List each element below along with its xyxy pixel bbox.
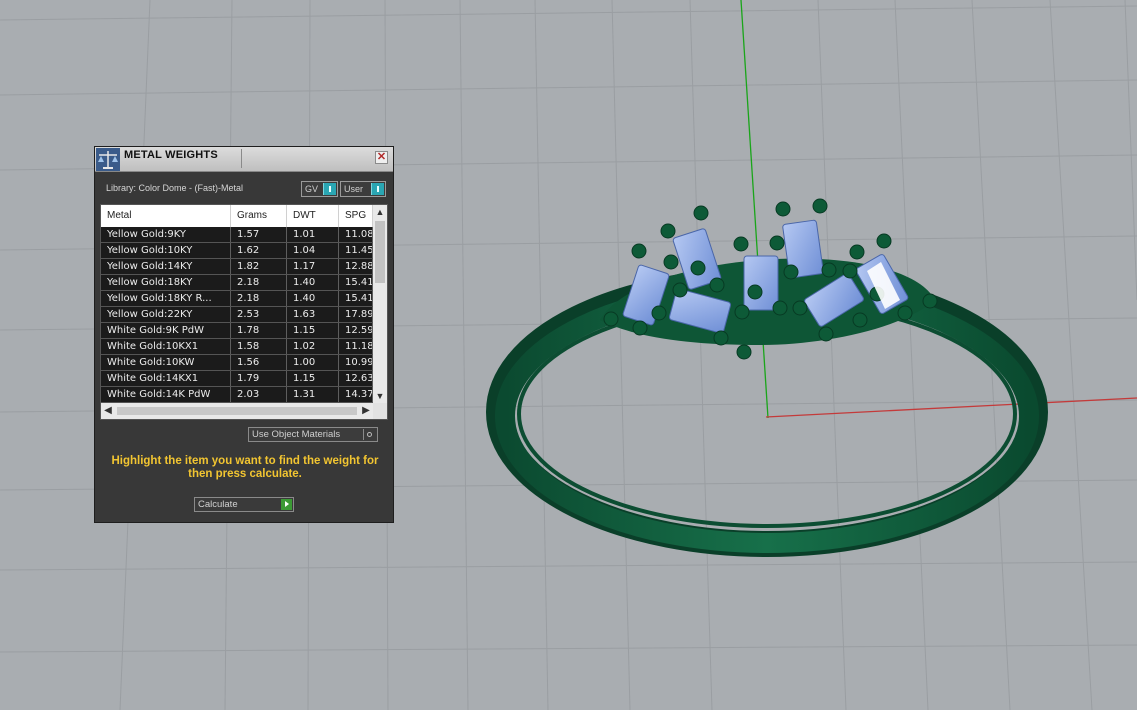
grams-cell: 1.78 <box>231 323 287 338</box>
spg-cell: 15.41 <box>339 291 373 306</box>
spg-cell: 12.63 <box>339 371 373 386</box>
spg-cell: 12.59 <box>339 323 373 338</box>
metal-cell: White Gold:10KX1 <box>101 339 231 354</box>
spg-cell: 14.37 <box>339 387 373 402</box>
metal-cell: Yellow Gold:18KY R... <box>101 291 231 306</box>
scroll-down-icon[interactable]: ▼ <box>373 389 387 403</box>
dwt-cell: 1.17 <box>287 259 339 274</box>
table-row[interactable]: White Gold:14K PdW 2.03 1.31 14.37 <box>101 387 373 403</box>
column-header-metal[interactable]: Metal <box>101 205 231 227</box>
metal-cell: Yellow Gold:9KY <box>101 227 231 242</box>
user-toggle-label: User <box>344 184 364 194</box>
gv-toggle[interactable]: GV <box>301 181 338 197</box>
panel-title: METAL WEIGHTS <box>124 149 218 161</box>
play-icon <box>281 499 292 510</box>
spg-cell: 10.99 <box>339 355 373 370</box>
table-row[interactable]: White Gold:10KX1 1.58 1.02 11.18 <box>101 339 373 355</box>
dwt-cell: 1.40 <box>287 275 339 290</box>
grams-cell: 1.56 <box>231 355 287 370</box>
library-label: Library: Color Dome - (Fast)-Metal <box>106 183 244 193</box>
user-toggle[interactable]: User <box>340 181 386 197</box>
dwt-cell: 1.04 <box>287 243 339 258</box>
horizontal-scrollbar[interactable]: ◀ ▶ <box>101 403 373 419</box>
vertical-scrollbar[interactable]: ▲ ▼ <box>373 205 387 403</box>
spg-cell: 17.89 <box>339 307 373 322</box>
scroll-left-icon[interactable]: ◀ <box>101 403 115 419</box>
grams-cell: 2.53 <box>231 307 287 322</box>
spg-cell: 11.08 <box>339 227 373 242</box>
calculate-label: Calculate <box>198 499 238 510</box>
toggle-switch-icon <box>371 183 384 195</box>
radio-icon <box>363 429 375 440</box>
table-row[interactable]: White Gold:14KX1 1.79 1.15 12.63 <box>101 371 373 387</box>
table-row[interactable]: Yellow Gold:22KY 2.53 1.63 17.89 <box>101 307 373 323</box>
spg-cell: 11.45 <box>339 243 373 258</box>
grams-cell: 1.62 <box>231 243 287 258</box>
grams-cell: 2.18 <box>231 275 287 290</box>
gv-toggle-label: GV <box>305 184 319 194</box>
scale-icon <box>96 148 120 171</box>
metal-cell: Yellow Gold:22KY <box>101 307 231 322</box>
dwt-cell: 1.02 <box>287 339 339 354</box>
metal-weights-panel: METAL WEIGHTS ✕ Library: Color Dome - (F… <box>94 146 394 523</box>
table-row[interactable]: White Gold:10KW 1.56 1.00 10.99 <box>101 355 373 371</box>
metal-cell: White Gold:14K PdW <box>101 387 231 402</box>
dwt-cell: 1.63 <box>287 307 339 322</box>
use-object-materials-label: Use Object Materials <box>252 429 341 440</box>
panel-titlebar[interactable]: METAL WEIGHTS ✕ <box>95 147 393 172</box>
spg-cell: 12.88 <box>339 259 373 274</box>
grams-cell: 1.58 <box>231 339 287 354</box>
table-row[interactable]: Yellow Gold:10KY 1.62 1.04 11.45 <box>101 243 373 259</box>
grams-cell: 1.57 <box>231 227 287 242</box>
table-row[interactable]: White Gold:9K PdW 1.78 1.15 12.59 <box>101 323 373 339</box>
metal-cell: Yellow Gold:18KY <box>101 275 231 290</box>
grams-cell: 1.82 <box>231 259 287 274</box>
table-header: Metal Grams DWT SPG <box>101 205 373 227</box>
dwt-cell: 1.31 <box>287 387 339 402</box>
horizontal-scroll-thumb[interactable] <box>117 407 357 415</box>
spg-cell: 15.41 <box>339 275 373 290</box>
scrollbar-corner <box>373 403 387 419</box>
table-row[interactable]: Yellow Gold:14KY 1.82 1.17 12.88 <box>101 259 373 275</box>
column-header-dwt[interactable]: DWT <box>287 205 339 227</box>
grams-cell: 2.03 <box>231 387 287 402</box>
spg-cell: 11.18 <box>339 339 373 354</box>
metal-cell: White Gold:10KW <box>101 355 231 370</box>
instruction-text: Highlight the item you want to find the … <box>111 455 379 480</box>
table-row[interactable]: Yellow Gold:18KY R... 2.18 1.40 15.41 <box>101 291 373 307</box>
close-button[interactable]: ✕ <box>375 151 388 164</box>
grams-cell: 2.18 <box>231 291 287 306</box>
table-row[interactable]: Yellow Gold:18KY 2.18 1.40 15.41 <box>101 275 373 291</box>
dwt-cell: 1.15 <box>287 323 339 338</box>
dwt-cell: 1.40 <box>287 291 339 306</box>
metal-cell: Yellow Gold:14KY <box>101 259 231 274</box>
column-header-spg[interactable]: SPG <box>339 205 373 227</box>
metal-cell: White Gold:9K PdW <box>101 323 231 338</box>
scroll-right-icon[interactable]: ▶ <box>359 403 373 419</box>
metal-cell: Yellow Gold:10KY <box>101 243 231 258</box>
vertical-scroll-thumb[interactable] <box>375 221 385 283</box>
dwt-cell: 1.01 <box>287 227 339 242</box>
calculate-button[interactable]: Calculate <box>194 497 294 512</box>
title-divider <box>241 149 242 168</box>
table-body: Yellow Gold:9KY 1.57 1.01 11.08 Yellow Gold… <box>101 227 373 403</box>
dwt-cell: 1.00 <box>287 355 339 370</box>
column-header-grams[interactable]: Grams <box>231 205 287 227</box>
grams-cell: 1.79 <box>231 371 287 386</box>
toggle-switch-icon <box>323 183 336 195</box>
scroll-up-icon[interactable]: ▲ <box>373 205 387 219</box>
use-object-materials-toggle[interactable]: Use Object Materials <box>248 427 378 442</box>
dwt-cell: 1.15 <box>287 371 339 386</box>
metal-cell: White Gold:14KX1 <box>101 371 231 386</box>
metal-table[interactable]: Metal Grams DWT SPG Yellow Gold:9KY 1.57 1… <box>100 204 388 420</box>
table-row[interactable]: Yellow Gold:9KY 1.57 1.01 11.08 <box>101 227 373 243</box>
